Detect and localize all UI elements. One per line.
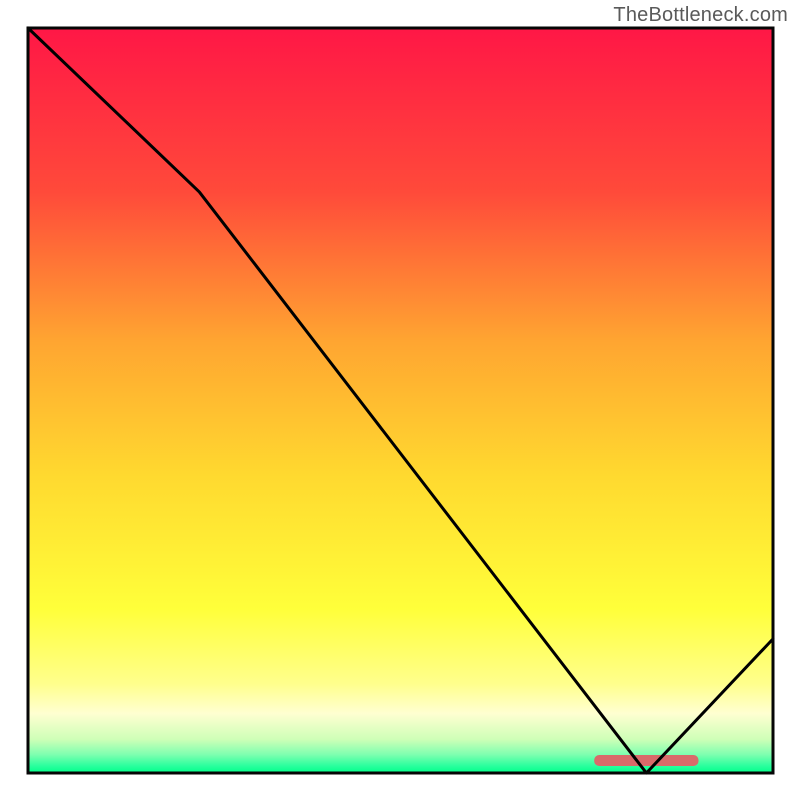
- watermark-label: TheBottleneck.com: [613, 4, 788, 27]
- plot-background: [28, 28, 773, 773]
- chart-container: TheBottleneck.com: [0, 0, 800, 800]
- optimal-band-marker: [594, 755, 698, 766]
- bottleneck-chart: [0, 0, 800, 800]
